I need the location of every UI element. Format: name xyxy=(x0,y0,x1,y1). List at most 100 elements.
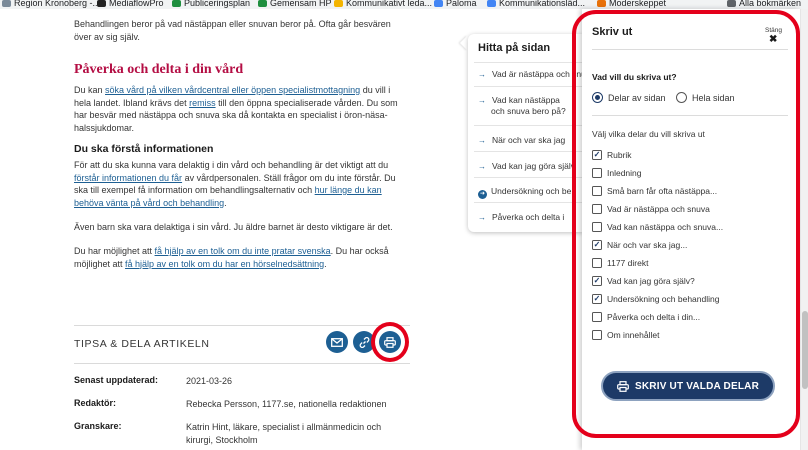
paloma-icon xyxy=(434,0,443,7)
print-panel-title: Skriv ut xyxy=(592,26,633,38)
checkbox-vad-kan-jag[interactable]: ✓ Vad kan jag göra själv? xyxy=(592,276,695,286)
current-arrow-icon: ➜ xyxy=(478,190,487,199)
checkbox-checked-icon: ✓ xyxy=(592,240,602,250)
close-icon[interactable]: ✖ xyxy=(769,35,777,45)
print-selected-button[interactable]: SKRIV UT VALDA DELAR xyxy=(601,371,775,401)
bookmark-kommunikationsledare[interactable]: Kommunikationsläd... xyxy=(487,0,585,8)
checkbox-checked-icon: ✓ xyxy=(592,294,602,304)
subsection-heading: Du ska förstå informationen xyxy=(74,143,214,155)
globe-icon xyxy=(2,0,11,7)
checkbox-vad-ar[interactable]: Vad är nästäppa och snuva xyxy=(592,204,710,214)
article-paragraph-2: För att du ska kunna vara delaktig i din… xyxy=(74,160,396,208)
toc-title: Hitta på sidan xyxy=(478,42,551,54)
close-label[interactable]: Stäng xyxy=(765,27,782,34)
parts-label: Välj vilka delar du vill skriva ut xyxy=(592,129,705,139)
bookmark-gemensam-hp[interactable]: Gemensam HP xyxy=(258,0,332,8)
divider xyxy=(592,49,788,50)
checkbox-1177-direkt[interactable]: 1177 direkt xyxy=(592,258,648,268)
bookmark-moderskeppet[interactable]: Moderskeppet xyxy=(597,0,666,8)
toc-item-vad-ar[interactable]: →Vad är nästäppa och snuva xyxy=(478,69,583,80)
drive-icon xyxy=(334,0,343,7)
meta-reviewer-value: Katrin Hint, läkare, specialist i allmän… xyxy=(186,422,382,445)
link-icon xyxy=(359,336,369,348)
scrollbar[interactable] xyxy=(800,9,808,450)
link-tolk-svenska[interactable]: få hjälp av en tolk om du inte pratar sv… xyxy=(155,246,331,256)
checkbox-empty-icon xyxy=(592,222,602,232)
radio-hela-sidan[interactable]: Hela sidan xyxy=(676,92,735,103)
print-question: Vad vill du skriva ut? xyxy=(592,72,677,82)
arrow-right-icon: → xyxy=(478,70,486,79)
divider xyxy=(474,125,583,126)
radio-empty-icon xyxy=(676,92,687,103)
arrow-right-icon: → xyxy=(478,162,486,171)
divider xyxy=(474,151,583,152)
arrow-right-icon: → xyxy=(478,96,486,105)
checkbox-vad-kan[interactable]: Vad kan nästäppa och snuva... xyxy=(592,222,723,232)
email-share-button[interactable] xyxy=(326,331,348,353)
scrollbar-thumb[interactable] xyxy=(802,311,808,389)
divider xyxy=(474,177,583,178)
toc-box: Hitta på sidan →Vad är nästäppa och snuv… xyxy=(468,34,583,232)
meta-updated-label: Senast uppdaterad: xyxy=(74,375,159,385)
toc-item-vad-kan-jag[interactable]: → Vad kan jag göra själv xyxy=(478,161,583,172)
meta-editor-value: Rebecka Persson, 1177.se, nationella red… xyxy=(186,399,387,409)
toc-item-paverka[interactable]: → Påverka och delta i xyxy=(478,212,583,223)
link-forstar-informationen[interactable]: förstår informationen du får xyxy=(74,173,182,183)
checkbox-om-innehallet[interactable]: Om innehållet xyxy=(592,330,659,340)
doc-icon xyxy=(487,0,496,7)
folder-icon xyxy=(727,0,736,7)
divider xyxy=(474,62,583,63)
bookmark-all[interactable]: Alla bokmärken xyxy=(727,0,801,8)
bookmark-region-kronoberg[interactable]: Region Kronoberg -... xyxy=(2,0,100,8)
divider xyxy=(474,86,583,87)
link-tolk-horsel[interactable]: få hjälp av en tolk om du har en hörseln… xyxy=(125,259,324,269)
checkbox-paverka[interactable]: Påverka och delta i din... xyxy=(592,312,700,322)
highlight-circle xyxy=(371,322,409,362)
checkbox-inledning[interactable]: Inledning xyxy=(592,168,642,178)
checkbox-checked-icon: ✓ xyxy=(592,276,602,286)
sheet-icon xyxy=(172,0,181,7)
printer-icon xyxy=(617,380,629,392)
checkbox-empty-icon xyxy=(592,312,602,322)
bookmark-publiceringsplan[interactable]: Publiceringsplan xyxy=(172,0,250,8)
bookmark-paloma[interactable]: Paloma xyxy=(434,0,477,8)
share-label: TIPSA & DELA ARTIKELN xyxy=(74,338,210,350)
section-heading: Påverka och delta i din vård xyxy=(74,62,244,77)
divider xyxy=(74,363,410,364)
divider xyxy=(74,325,410,326)
article-paragraph-1: Du kan söka vård på vilken vårdcentral e… xyxy=(74,85,398,133)
meta-editor-label: Redaktör: xyxy=(74,398,117,408)
meta-reviewer-label: Granskare: xyxy=(74,421,122,431)
meta-updated-value: 2021-03-26 xyxy=(186,376,233,386)
mail-icon xyxy=(331,337,343,347)
article-paragraph-4: Du har möjlighet att få hjälp av en tolk… xyxy=(74,246,389,269)
checkbox-empty-icon xyxy=(592,168,602,178)
checkbox-empty-icon xyxy=(592,186,602,196)
toc-item-nar-och-var[interactable]: → När och var ska jag xyxy=(478,135,583,146)
radio-selected-icon xyxy=(592,92,603,103)
divider xyxy=(474,202,583,203)
bookmarks-bar: Region Kronoberg -... MediaflowPro Publi… xyxy=(0,0,808,9)
article-paragraph-3: Även barn ska vara delaktiga i sin vård.… xyxy=(74,222,393,232)
link-soka-vard[interactable]: söka vård på vilken vårdcentral eller öp… xyxy=(105,85,360,95)
toc-item-vad-kan[interactable]: → Vad kan nästäppa och snuva bero på? xyxy=(478,95,574,117)
arrow-right-icon: → xyxy=(478,136,486,145)
link-remiss[interactable]: remiss xyxy=(189,98,216,108)
ship-icon xyxy=(597,0,606,7)
checkbox-undersokning[interactable]: ✓ Undersökning och behandling xyxy=(592,294,719,304)
checkbox-nar-och-var[interactable]: ✓ När och var ska jag... xyxy=(592,240,687,250)
divider xyxy=(592,115,788,116)
bookmark-kommunikativt[interactable]: Kommunikativt leda... xyxy=(334,0,432,8)
checkbox-sma-barn[interactable]: Små barn får ofta nästäppa... xyxy=(592,186,717,196)
arrow-right-icon: → xyxy=(478,213,486,222)
article-intro: Behandlingen beror på vad nästäppan elle… xyxy=(74,19,391,42)
sheet-icon xyxy=(258,0,267,7)
checkbox-rubrik[interactable]: ✓ Rubrik xyxy=(592,150,632,160)
checkbox-checked-icon: ✓ xyxy=(592,150,602,160)
toc-item-undersokning[interactable]: ➜ Undersökning och be xyxy=(478,186,583,199)
checkbox-empty-icon xyxy=(592,204,602,214)
print-panel: Skriv ut Stäng ✖ Vad vill du skriva ut? … xyxy=(582,9,800,450)
checkbox-empty-icon xyxy=(592,330,602,340)
radio-delar-av-sidan[interactable]: Delar av sidan xyxy=(592,92,666,103)
bookmark-mediaflowpro[interactable]: MediaflowPro xyxy=(97,0,164,8)
